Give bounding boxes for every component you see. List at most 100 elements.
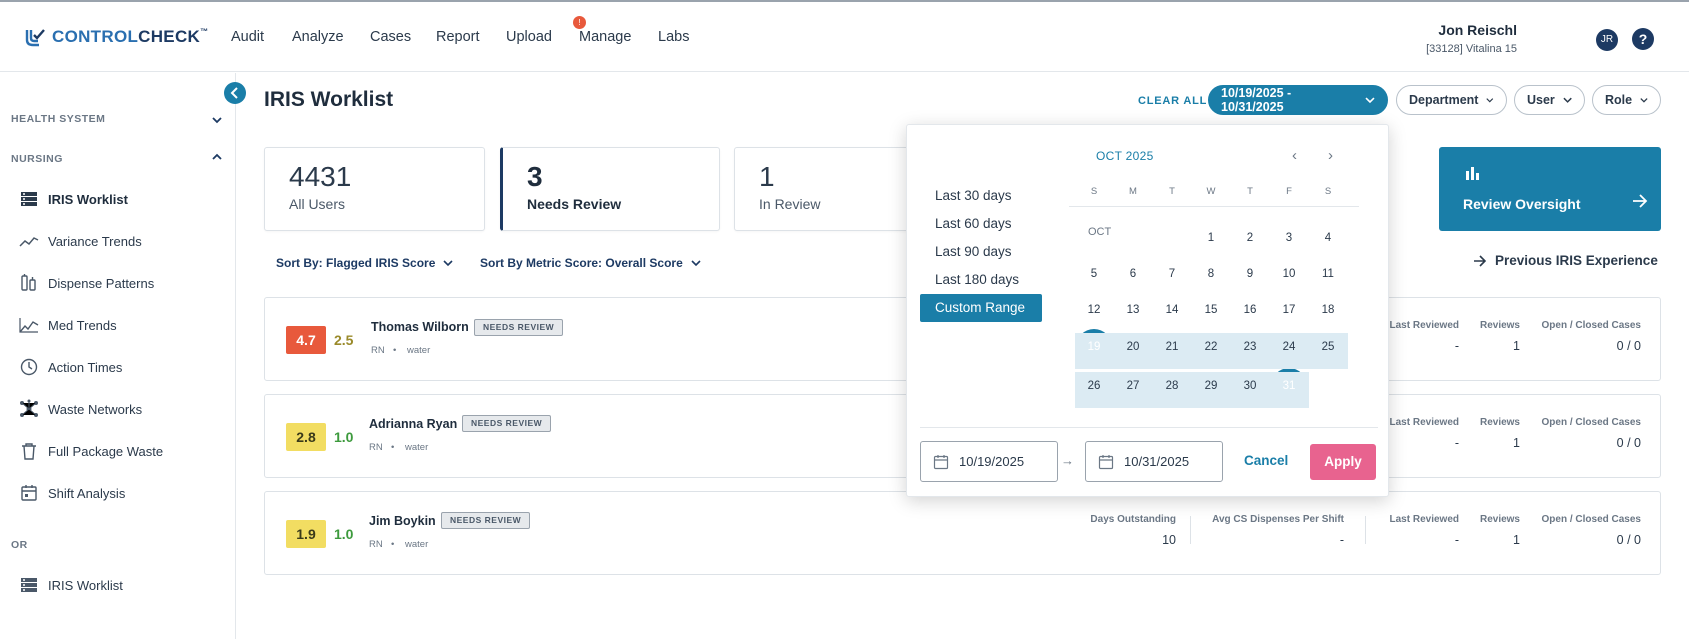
calendar-day[interactable]: 5	[1075, 255, 1113, 293]
sort-metric-dropdown[interactable]: Sort By Metric Score: Overall Score	[480, 256, 701, 270]
section-or[interactable]: OR	[11, 539, 28, 551]
role-filter[interactable]: Role	[1592, 85, 1661, 115]
calendar-day[interactable]: 14	[1153, 291, 1191, 329]
apply-button[interactable]: Apply	[1310, 444, 1376, 480]
card-needs-review[interactable]: 3 Needs Review	[500, 147, 720, 231]
last-reviewed-header: Last Reviewed	[1389, 514, 1459, 525]
sidebar-item-shift-analysis[interactable]: Shift Analysis	[19, 483, 125, 503]
calendar-day[interactable]: 12	[1075, 291, 1113, 329]
next-month-icon[interactable]: ›	[1328, 147, 1333, 164]
sidebar-item-label: IRIS Worklist	[48, 191, 128, 207]
calendar-day[interactable]: 30	[1231, 367, 1269, 405]
calendar-day[interactable]: 16	[1231, 291, 1269, 329]
sidebar-item-full-package-waste[interactable]: Full Package Waste	[19, 441, 163, 461]
calendar-day[interactable]: 1	[1192, 219, 1230, 257]
calendar-icon	[19, 483, 39, 503]
sort-metric-label: Sort By Metric Score: Overall Score	[480, 256, 683, 270]
calendar-day[interactable]: 26	[1075, 367, 1113, 405]
calendar-day[interactable]: 29	[1192, 367, 1230, 405]
sidebar-item-or-iris-worklist[interactable]: IRIS Worklist	[19, 575, 123, 595]
arrow-right-icon	[1474, 254, 1487, 267]
calendar-day[interactable]: 17	[1270, 291, 1308, 329]
preset-last-30-days[interactable]: Last 30 days	[935, 188, 1012, 203]
preset-last-90-days[interactable]: Last 90 days	[935, 244, 1012, 259]
calendar-day[interactable]: 27	[1114, 367, 1152, 405]
cases-value: 0 / 0	[1616, 339, 1641, 353]
calendar-day[interactable]: 10	[1270, 255, 1308, 293]
sidebar-item-med-trends[interactable]: Med Trends	[19, 315, 117, 335]
calendar-day[interactable]: 7	[1153, 255, 1191, 293]
metric-score: 2.5	[334, 332, 354, 348]
user-name[interactable]: Jim Boykin	[369, 514, 436, 528]
calendar-day[interactable]: 3	[1270, 219, 1308, 257]
nav-manage[interactable]: Manage	[579, 29, 631, 45]
chevron-down-icon	[443, 259, 453, 266]
sidebar-item-dispense-patterns[interactable]: Dispense Patterns	[19, 273, 154, 293]
clear-all-button[interactable]: CLEAR ALL	[1138, 95, 1207, 107]
calendar-day[interactable]: 15	[1192, 291, 1230, 329]
sidebar-item-label: Full Package Waste	[48, 443, 164, 459]
nav-audit[interactable]: Audit	[231, 29, 264, 45]
section-health-system[interactable]: HEALTH SYSTEM	[11, 113, 105, 125]
user-name[interactable]: Adrianna Ryan	[369, 417, 457, 431]
calendar-day[interactable]: 31	[1270, 367, 1308, 405]
sidebar-item-waste-networks[interactable]: Waste Networks	[19, 399, 142, 419]
department-filter[interactable]: Department	[1396, 85, 1507, 115]
calendar-day[interactable]: 24	[1270, 328, 1308, 366]
calendar-day[interactable]: 11	[1309, 255, 1347, 293]
preset-last-60-days[interactable]: Last 60 days	[935, 216, 1012, 231]
section-nursing[interactable]: NURSING	[11, 153, 63, 165]
calendar-day[interactable]: 2	[1231, 219, 1269, 257]
prev-month-icon[interactable]: ‹	[1292, 147, 1297, 164]
calendar-day[interactable]: 4	[1309, 219, 1347, 257]
review-oversight-button[interactable]: Review Oversight	[1439, 147, 1661, 231]
calendar-day[interactable]: 13	[1114, 291, 1152, 329]
card-all-users[interactable]: 4431 All Users	[264, 147, 485, 231]
sidebar-item-variance-trends[interactable]: Variance Trends	[19, 231, 142, 251]
nav-analyze[interactable]: Analyze	[292, 29, 344, 45]
help-icon[interactable]: ?	[1632, 28, 1654, 50]
cases-header: Open / Closed Cases	[1541, 417, 1641, 428]
calendar-day[interactable]: 9	[1231, 255, 1269, 293]
preset-custom-range[interactable]: Custom Range	[920, 294, 1042, 322]
table-row[interactable]: 1.9 1.0 Jim Boykin NEEDS REVIEW RN • wat…	[264, 491, 1661, 575]
sidebar-item-action-times[interactable]: Action Times	[19, 357, 122, 377]
previous-iris-experience-link[interactable]: Previous IRIS Experience	[1473, 253, 1658, 268]
collapse-sidebar-button[interactable]	[224, 82, 246, 104]
date-range-filter[interactable]: 10/19/2025 - 10/31/2025	[1208, 85, 1388, 115]
calendar-day[interactable]: 22	[1192, 328, 1230, 366]
nav-report[interactable]: Report	[436, 29, 480, 45]
chevron-up-icon[interactable]	[210, 150, 224, 164]
user-name[interactable]: Thomas Wilborn	[371, 320, 469, 334]
user-department: water	[405, 442, 429, 453]
sort-flagged-dropdown[interactable]: Sort By: Flagged IRIS Score	[276, 256, 453, 270]
user-info[interactable]: Jon Reischl [33128] Vitalina 15	[1426, 22, 1517, 55]
calendar-day[interactable]: 21	[1153, 328, 1191, 366]
sidebar-item-iris-worklist[interactable]: IRIS Worklist	[19, 189, 128, 209]
avatar[interactable]: JR	[1596, 29, 1618, 51]
start-date-input[interactable]: 10/19/2025	[920, 441, 1058, 482]
nav-labs[interactable]: Labs	[658, 29, 689, 45]
calendar-day[interactable]: 8	[1192, 255, 1230, 293]
calendar-day[interactable]: 25	[1309, 328, 1347, 366]
calendar-day[interactable]: 28	[1153, 367, 1191, 405]
user-filter[interactable]: User	[1514, 85, 1585, 115]
calendar-day[interactable]: 18	[1309, 291, 1347, 329]
preset-last-180-days[interactable]: Last 180 days	[935, 272, 1019, 287]
calendar-day[interactable]: 20	[1114, 328, 1152, 366]
cases-value: 0 / 0	[1616, 436, 1641, 450]
end-date-input[interactable]: 10/31/2025	[1085, 441, 1223, 482]
logo[interactable]: CONTROLCHECK™	[24, 26, 208, 48]
calendar-day[interactable]: 19	[1075, 328, 1113, 366]
sidebar-item-label: Waste Networks	[48, 401, 143, 417]
nav-upload[interactable]: Upload	[506, 29, 552, 45]
calendar-day[interactable]: 6	[1114, 255, 1152, 293]
user-role: RN	[369, 539, 383, 550]
popup-divider	[920, 427, 1378, 428]
chevron-down-icon[interactable]	[210, 113, 224, 127]
logo-check-icon	[25, 29, 45, 47]
days-outstanding-value: 10	[1162, 533, 1176, 547]
cancel-button[interactable]: Cancel	[1244, 453, 1288, 468]
calendar-day[interactable]: 23	[1231, 328, 1269, 366]
nav-cases[interactable]: Cases	[370, 29, 411, 45]
